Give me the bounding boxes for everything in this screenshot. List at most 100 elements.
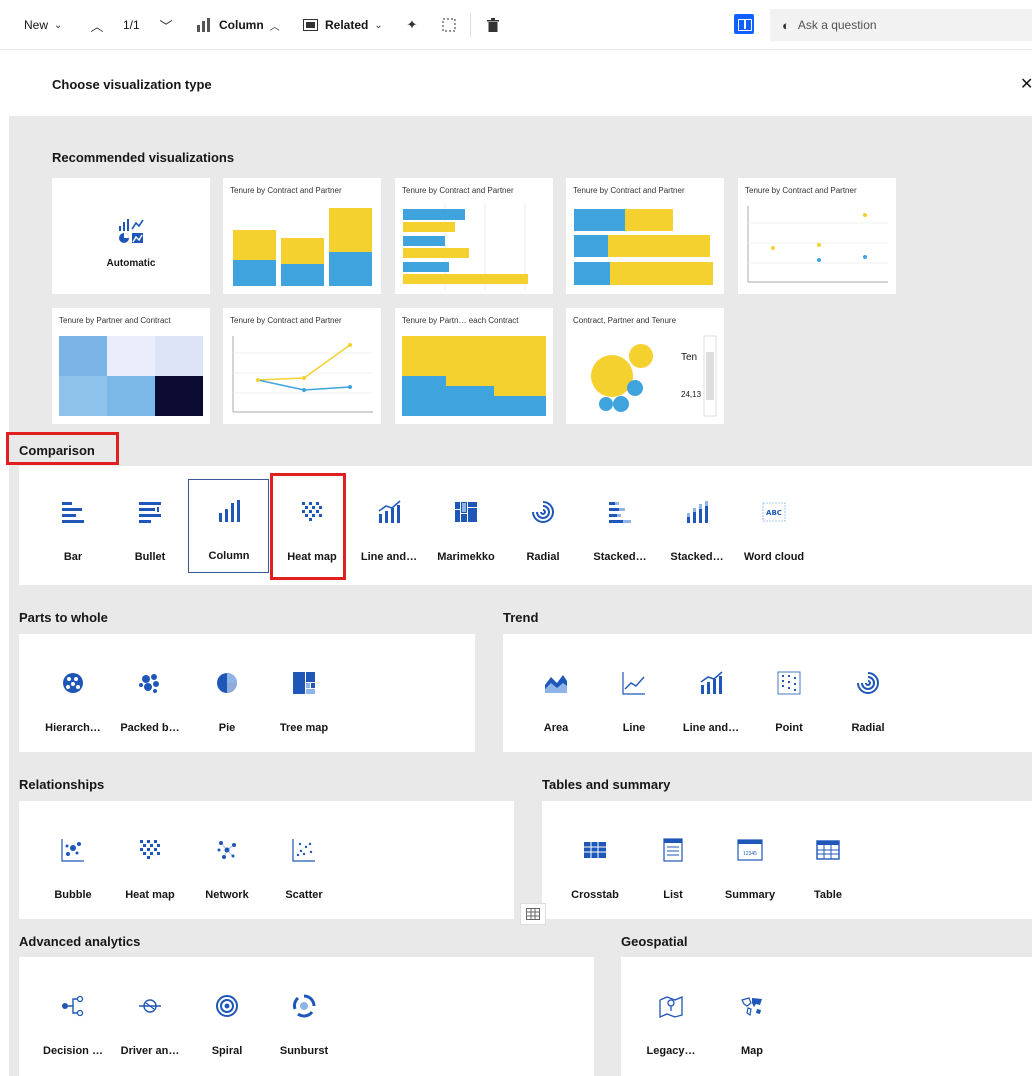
recommended-card-packed-bubble[interactable]: Contract, Partner and Tenure Ten 24,13 xyxy=(566,308,724,424)
viz-radial-trend[interactable]: Radial xyxy=(828,654,908,734)
viz-line-and-column[interactable]: Line and… xyxy=(349,483,429,563)
recommended-card-line[interactable]: Tenure by Contract and Partner xyxy=(223,308,381,424)
new-label: New xyxy=(24,18,49,32)
table-icon xyxy=(788,837,868,863)
marimekko-icon xyxy=(426,499,506,525)
viz-heat-map[interactable]: Heat map xyxy=(272,483,352,563)
viz-word-cloud[interactable]: ABC Word cloud xyxy=(734,483,814,563)
area-chart-icon xyxy=(516,670,596,696)
pin-icon[interactable]: ✦ xyxy=(401,14,423,36)
viz-line-and-column-trend[interactable]: Line and… xyxy=(671,654,751,734)
trend-title: Trend xyxy=(503,610,539,625)
point-chart-icon xyxy=(749,670,829,696)
viz-label: Decision … xyxy=(43,1045,103,1057)
sunburst-icon xyxy=(264,993,344,1019)
recommended-card-automatic[interactable]: Automatic xyxy=(52,178,210,294)
driver-analysis-icon xyxy=(110,993,190,1019)
marimekko-thumbnail xyxy=(402,336,546,416)
viz-decision-tree[interactable]: Decision … xyxy=(33,977,113,1057)
recommended-card-scatter[interactable]: Tenure by Contract and Partner xyxy=(738,178,896,294)
viz-label: Summary xyxy=(724,889,776,901)
viz-label: Crosstab xyxy=(571,889,619,901)
viz-tree-map[interactable]: Tree map xyxy=(264,654,344,734)
viz-label: Stacked… xyxy=(593,551,647,563)
heat-map-icon xyxy=(272,499,352,525)
viz-label: Heat map xyxy=(287,551,337,563)
viz-crosstab[interactable]: Crosstab xyxy=(555,821,635,901)
packed-bubble-thumbnail xyxy=(591,335,717,417)
dialog-title: Choose visualization type xyxy=(52,77,212,92)
viz-summary[interactable]: 12345 Summary xyxy=(710,821,790,901)
trash-icon[interactable] xyxy=(482,14,504,36)
column-label: Column xyxy=(219,18,264,32)
tables-summary-title: Tables and summary xyxy=(542,777,671,792)
relationships-title: Relationships xyxy=(19,777,105,792)
viz-network[interactable]: Network xyxy=(187,821,267,901)
viz-line[interactable]: Line xyxy=(594,654,674,734)
column-dropdown[interactable]: Column ︿ xyxy=(196,14,280,36)
viz-stacked-column[interactable]: Stacked… xyxy=(657,483,737,563)
recommended-title: Recommended visualizations xyxy=(52,150,235,165)
trend-panel: Area Line Line and… Point Radial xyxy=(503,634,1032,752)
viz-table[interactable]: Table xyxy=(788,821,868,901)
recommended-card-marimekko[interactable]: Tenure by Partn… each Contract xyxy=(395,308,553,424)
related-dropdown[interactable]: Related ⌄ xyxy=(303,14,383,36)
viz-label: Area xyxy=(543,722,569,734)
packed-bubble-icon xyxy=(110,670,190,696)
viz-stacked-bar[interactable]: Stacked… xyxy=(580,483,660,563)
advanced-analytics-panel: Decision … Driver an… Spiral Sunburst xyxy=(19,957,594,1076)
viz-label: Line xyxy=(622,722,646,734)
previous-page-icon[interactable]: ︿ xyxy=(86,14,108,36)
viz-packed-bubble[interactable]: Packed b… xyxy=(110,654,190,734)
viz-label: Sunburst xyxy=(279,1045,329,1057)
recommended-card-heatmap[interactable]: Tenure by Partner and Contract xyxy=(52,308,210,424)
viz-heat-map-relationship[interactable]: Heat map xyxy=(110,821,190,901)
recommended-card-stacked-column[interactable]: Tenure by Contract and Partner xyxy=(223,178,381,294)
viz-column[interactable]: Column xyxy=(188,479,269,573)
viz-spiral[interactable]: Spiral xyxy=(187,977,267,1057)
viz-driver-analysis[interactable]: Driver an… xyxy=(110,977,190,1057)
decision-tree-icon xyxy=(33,993,113,1019)
chevron-down-icon: ⌄ xyxy=(54,19,63,31)
viz-legacy-map[interactable]: Legacy… xyxy=(631,977,711,1057)
viz-point[interactable]: Point xyxy=(749,654,829,734)
viz-area[interactable]: Area xyxy=(516,654,596,734)
viz-marimekko[interactable]: Marimekko xyxy=(426,483,506,563)
viz-bubble[interactable]: Bubble xyxy=(33,821,113,901)
viz-pie[interactable]: Pie xyxy=(187,654,267,734)
viz-hierarchy-bubble[interactable]: Hierarch… xyxy=(33,654,113,734)
ask-question-input[interactable]: ◐ Ask a question xyxy=(770,9,1032,41)
spiral-icon xyxy=(187,993,267,1019)
viz-sunburst[interactable]: Sunburst xyxy=(264,977,344,1057)
viz-bar[interactable]: Bar xyxy=(33,483,113,563)
related-label: Related xyxy=(325,18,369,32)
recommended-card-bar[interactable]: Tenure by Contract and Partner xyxy=(395,178,553,294)
viz-label: Line and… xyxy=(682,722,740,734)
viz-list[interactable]: List xyxy=(633,821,713,901)
close-icon[interactable]: ✕ xyxy=(1020,74,1032,94)
viz-label: List xyxy=(663,889,683,901)
chevron-up-icon: ︿ xyxy=(269,21,280,33)
recommended-card-stacked-bar[interactable]: Tenure by Contract and Partner xyxy=(566,178,724,294)
column-chart-icon xyxy=(197,18,210,32)
viz-label: Radial xyxy=(851,722,885,734)
viz-label: Radial xyxy=(526,551,560,563)
stacked-bar-icon xyxy=(580,499,660,525)
next-page-icon[interactable]: ﹀ xyxy=(155,14,177,36)
parts-to-whole-panel: Hierarch… Packed b… Pie Tree map xyxy=(19,634,475,752)
viz-radial[interactable]: Radial xyxy=(503,483,583,563)
bar-thumbnail xyxy=(403,203,528,290)
summary-icon-digits: 12345 xyxy=(743,851,757,857)
svg-text:ABC: ABC xyxy=(766,509,782,517)
scatter-thumbnail xyxy=(747,206,888,283)
viz-label: Point xyxy=(775,722,803,734)
viz-map[interactable]: Map xyxy=(712,977,792,1057)
select-area-icon[interactable] xyxy=(438,14,460,36)
panel-toggle-button[interactable] xyxy=(734,14,754,34)
world-map-icon xyxy=(712,993,792,1019)
viz-bullet[interactable]: Bullet xyxy=(110,483,190,563)
viz-scatter[interactable]: Scatter xyxy=(264,821,344,901)
table-toggle-icon[interactable] xyxy=(520,903,546,925)
new-dropdown[interactable]: New ⌄ xyxy=(24,14,62,36)
viz-label: Line and… xyxy=(360,551,418,563)
